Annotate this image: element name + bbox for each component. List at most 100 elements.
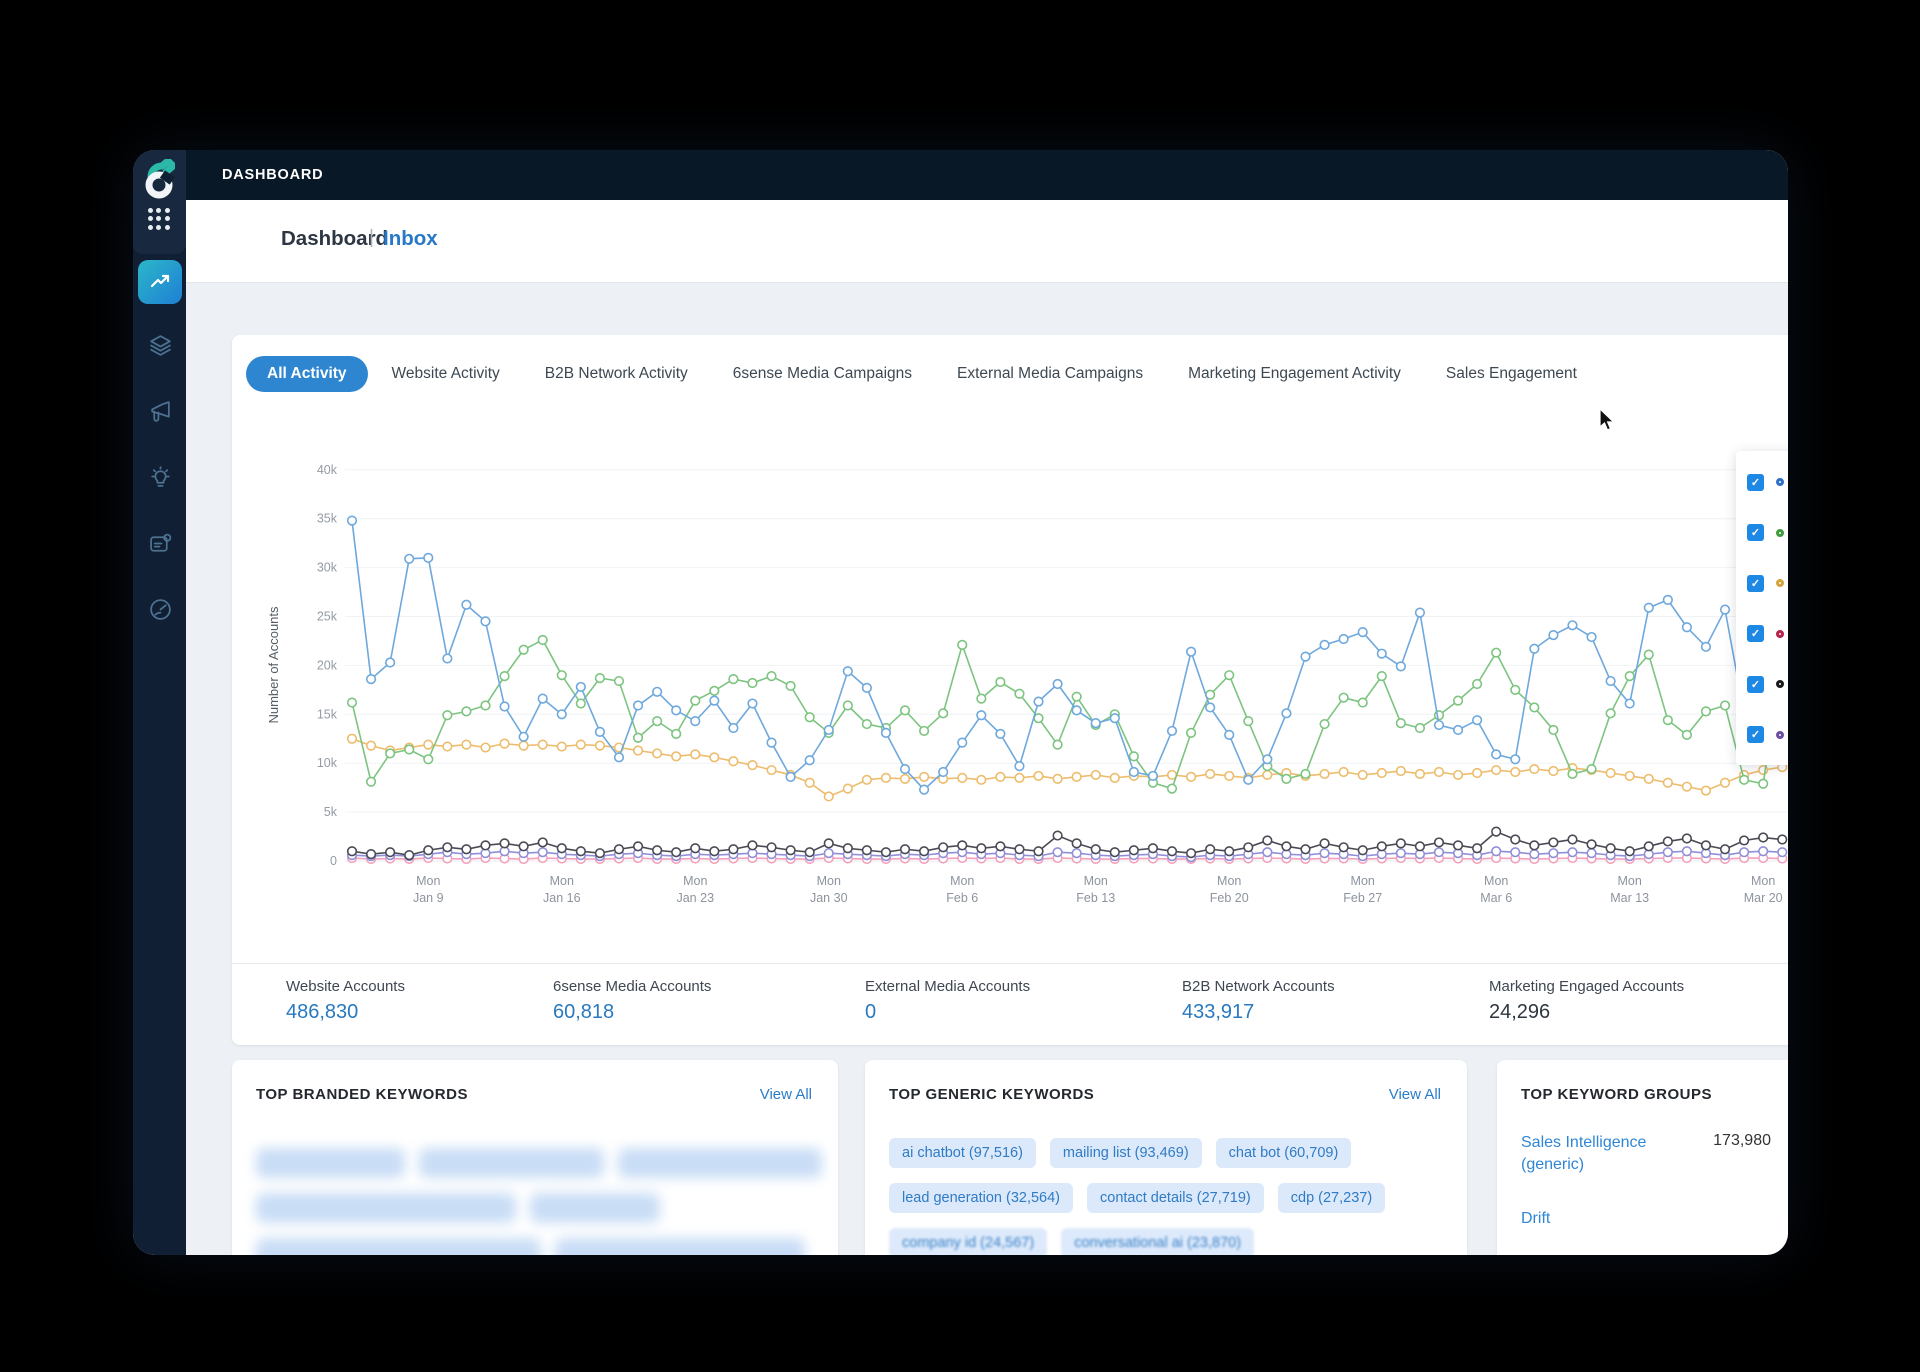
- stat-value: 24,296: [1489, 1001, 1684, 1024]
- keyword-chip[interactable]: contact details (27,719): [1087, 1183, 1264, 1213]
- gauge-icon: [148, 597, 173, 622]
- legend-series-marker: [1776, 630, 1784, 638]
- stat-value[interactable]: 433,917: [1182, 1001, 1335, 1024]
- sidebar-item-insights[interactable]: [147, 464, 173, 490]
- blurred-keyword-chip[interactable]: [256, 1148, 405, 1178]
- branded-view-all-link[interactable]: View All: [760, 1086, 812, 1103]
- svg-text:Jan 23: Jan 23: [676, 891, 714, 905]
- activity-chart-card: All ActivityWebsite ActivityB2B Network …: [232, 335, 1788, 1045]
- keyword-chip[interactable]: company id (24,567): [889, 1228, 1047, 1255]
- svg-text:30k: 30k: [317, 561, 338, 575]
- top-header-bar: DASHBOARD: [186, 150, 1788, 200]
- svg-text:25k: 25k: [317, 610, 338, 624]
- legend-series-marker: [1776, 529, 1784, 537]
- svg-text:Feb 6: Feb 6: [946, 891, 978, 905]
- stat-website-accounts: Website Accounts 486,830: [286, 978, 405, 1024]
- keyword-chip[interactable]: conversational ai (23,870): [1061, 1228, 1254, 1255]
- keyword-group-link[interactable]: Drift: [1521, 1208, 1681, 1230]
- generic-view-all-link[interactable]: View All: [1389, 1086, 1441, 1103]
- svg-text:Mon: Mon: [817, 874, 841, 888]
- stat-label: 6sense Media Accounts: [553, 978, 711, 995]
- legend-checkbox-checked[interactable]: ✓: [1747, 474, 1764, 491]
- keyword-chip-row: company id (24,567) conversational ai (23…: [889, 1228, 1451, 1255]
- stat-marketing-engaged-accounts: Marketing Engaged Accounts 24,296: [1489, 978, 1684, 1024]
- svg-text:Mar 6: Mar 6: [1480, 891, 1512, 905]
- svg-text:15k: 15k: [317, 707, 338, 721]
- stat-external-media-accounts: External Media Accounts 0: [865, 978, 1030, 1024]
- keyword-chip-row: ai chatbot (97,516) mailing list (93,469)…: [889, 1138, 1451, 1168]
- svg-text:Jan 16: Jan 16: [543, 891, 581, 905]
- keyword-group-link[interactable]: Sales Intelligence (generic): [1521, 1132, 1681, 1176]
- keyword-chip[interactable]: cdp (27,237): [1278, 1183, 1385, 1213]
- svg-text:Mon: Mon: [1351, 874, 1375, 888]
- blurred-keyword-chip[interactable]: [419, 1148, 603, 1178]
- stat-label: Website Accounts: [286, 978, 405, 995]
- svg-text:Mon: Mon: [1484, 874, 1508, 888]
- svg-text:Feb 20: Feb 20: [1210, 891, 1249, 905]
- stat-label: Marketing Engaged Accounts: [1489, 978, 1684, 995]
- top-branded-keywords-card: TOP BRANDED KEYWORDS View All: [232, 1060, 838, 1255]
- sidebar: [133, 150, 186, 1255]
- legend-row: ✓Marketing Engagement Activity: [1747, 675, 1788, 693]
- legend-series-marker: [1776, 579, 1784, 587]
- legend-row: ✓6sense Media Campaigns: [1747, 574, 1788, 592]
- legend-checkbox-checked[interactable]: ✓: [1747, 676, 1764, 693]
- legend-checkbox-checked[interactable]: ✓: [1747, 726, 1764, 743]
- svg-text:Mon: Mon: [1751, 874, 1775, 888]
- legend-row: ✓Website Activity: [1747, 473, 1788, 491]
- svg-text:10k: 10k: [317, 756, 338, 770]
- chart-legend-panel: ✓Website Activity ✓B2B Network Activity ✓6…: [1736, 451, 1788, 765]
- legend-series-marker: [1776, 731, 1784, 739]
- blurred-keyword-chip[interactable]: [555, 1238, 805, 1255]
- svg-text:Mar 20: Mar 20: [1744, 891, 1783, 905]
- top-generic-keywords-card: TOP GENERIC KEYWORDS View All ai chatbot…: [865, 1060, 1467, 1255]
- sixsense-logo-icon[interactable]: [144, 159, 175, 199]
- app-window: DASHBOARD Dashboard | Inbox: [133, 150, 1788, 1255]
- svg-text:Mon: Mon: [1084, 874, 1108, 888]
- legend-checkbox-checked[interactable]: ✓: [1747, 625, 1764, 642]
- svg-text:Mon: Mon: [416, 874, 440, 888]
- svg-text:Mon: Mon: [1217, 874, 1241, 888]
- svg-text:Mon: Mon: [683, 874, 707, 888]
- sidebar-item-dashboard[interactable]: [138, 260, 182, 304]
- card-title: TOP KEYWORD GROUPS: [1521, 1086, 1712, 1103]
- blurred-keyword-chip[interactable]: [530, 1193, 660, 1223]
- app-grid-icon[interactable]: [148, 208, 171, 231]
- svg-text:Mon: Mon: [950, 874, 974, 888]
- keyword-chip[interactable]: ai chatbot (97,516): [889, 1138, 1036, 1168]
- sidebar-item-contacts[interactable]: [147, 530, 173, 556]
- svg-text:0: 0: [330, 854, 337, 868]
- keyword-chip[interactable]: chat bot (60,709): [1216, 1138, 1352, 1168]
- stat-label: External Media Accounts: [865, 978, 1030, 995]
- summary-stats-row: Website Accounts 486,830 6sense Media Acco…: [232, 963, 1788, 1045]
- svg-text:40k: 40k: [317, 463, 338, 477]
- accounts-activity-chart[interactable]: 05k10k15k20k25k30k35k40kNumber of Accoun…: [232, 335, 1788, 965]
- keyword-chip[interactable]: mailing list (93,469): [1050, 1138, 1202, 1168]
- stat-value[interactable]: 60,818: [553, 1001, 711, 1024]
- svg-text:Number of Accounts: Number of Accounts: [266, 606, 281, 724]
- sidebar-item-segments[interactable]: [147, 332, 173, 358]
- legend-checkbox-checked[interactable]: ✓: [1747, 575, 1764, 592]
- keyword-chip-row: lead generation (32,564) contact details …: [889, 1183, 1451, 1213]
- keyword-chip[interactable]: lead generation (32,564): [889, 1183, 1073, 1213]
- blurred-keyword-chip[interactable]: [618, 1148, 822, 1178]
- breadcrumb-inbox-link[interactable]: Inbox: [383, 227, 438, 251]
- svg-text:Mar 13: Mar 13: [1610, 891, 1649, 905]
- trending-up-icon: [148, 270, 172, 294]
- breadcrumb: Dashboard | Inbox: [186, 200, 1788, 283]
- legend-checkbox-checked[interactable]: ✓: [1747, 524, 1764, 541]
- stat-value[interactable]: 0: [865, 1001, 1030, 1024]
- blurred-keyword-chip[interactable]: [256, 1193, 516, 1223]
- sidebar-item-campaigns[interactable]: [147, 398, 173, 424]
- legend-series-marker: [1776, 478, 1784, 486]
- blurred-keyword-chip[interactable]: [256, 1238, 541, 1255]
- legend-series-marker: [1776, 680, 1784, 688]
- mouse-cursor: [1598, 408, 1620, 439]
- keyword-group-value: 173,980: [1713, 1132, 1771, 1150]
- stat-value[interactable]: 486,830: [286, 1001, 405, 1024]
- legend-row: ✓B2B Network Activity: [1747, 524, 1788, 542]
- page-title: DASHBOARD: [222, 167, 323, 183]
- blurred-keyword-row: [256, 1238, 822, 1255]
- card-title: TOP BRANDED KEYWORDS: [256, 1086, 468, 1103]
- sidebar-item-metrics[interactable]: [147, 596, 173, 622]
